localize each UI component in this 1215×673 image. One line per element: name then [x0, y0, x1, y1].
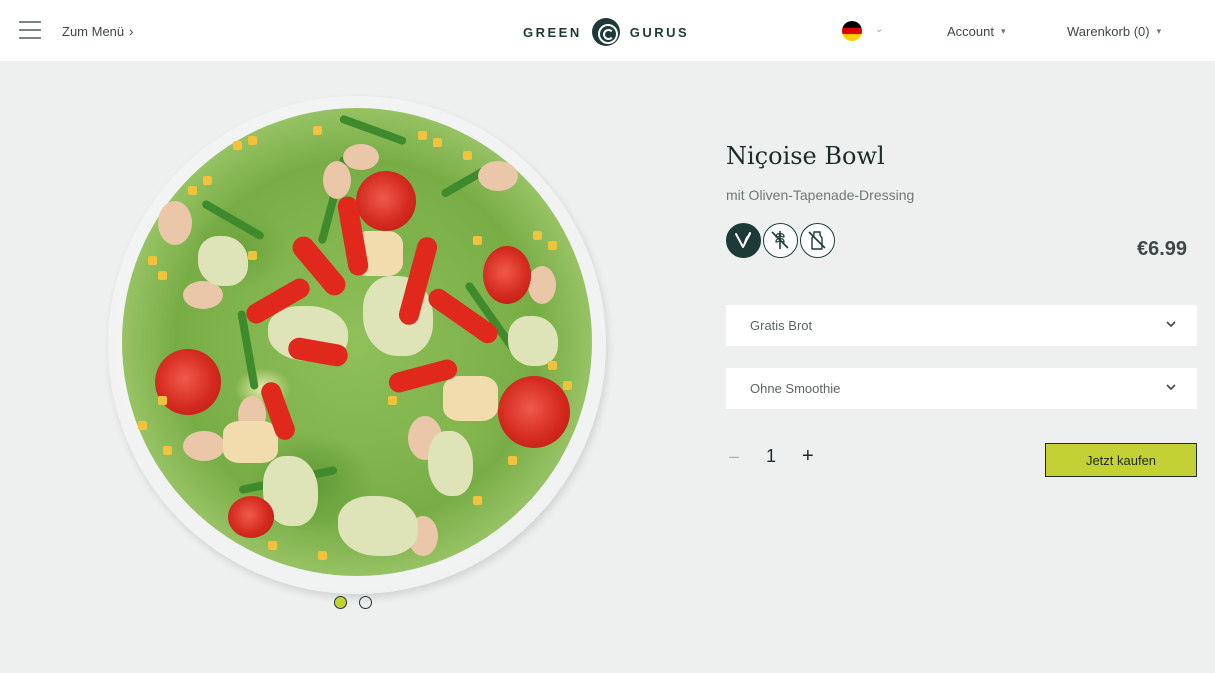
- chevron-down-icon: [1165, 380, 1177, 398]
- product-subtitle: mit Oliven-Tapenade-Dressing: [726, 187, 915, 203]
- carousel-dots: [334, 596, 372, 609]
- logo-text-right: GURUS: [629, 24, 690, 40]
- quantity-value: 1: [766, 446, 777, 466]
- diet-badges: [726, 223, 835, 258]
- vegan-icon: [726, 223, 761, 258]
- bread-option-select[interactable]: Gratis Brot: [726, 305, 1197, 346]
- chevron-down-icon: ▾: [1156, 26, 1162, 36]
- language-chevron-down-icon[interactable]: ⌄: [875, 24, 883, 35]
- site-header: Zum Menü › GREEN GURUS ⌄ Account ▾ Waren…: [0, 0, 1215, 61]
- logo-text-left: GREEN: [523, 24, 582, 40]
- quantity-increase-button[interactable]: +: [802, 445, 814, 468]
- chevron-down-icon: [1165, 317, 1177, 335]
- chevron-down-icon: ▾: [1000, 26, 1006, 36]
- chevron-right-icon: ›: [129, 24, 134, 39]
- product-image: [108, 96, 606, 594]
- carousel-dot-2[interactable]: [359, 596, 372, 609]
- language-flag-icon[interactable]: [842, 21, 862, 41]
- product-title: Niçoise Bowl: [726, 142, 885, 170]
- logo-mark-icon: [591, 18, 620, 46]
- smoothie-option-value: Ohne Smoothie: [750, 381, 841, 396]
- product-price: €6.99: [1137, 238, 1188, 260]
- no-gluten-icon: [763, 223, 798, 258]
- quantity-decrease-button[interactable]: –: [729, 446, 739, 467]
- account-menu[interactable]: Account ▾: [947, 24, 1006, 39]
- plate: [108, 96, 606, 594]
- account-label: Account: [947, 24, 994, 39]
- buy-now-button[interactable]: Jetzt kaufen: [1045, 443, 1197, 477]
- carousel-dot-1[interactable]: [334, 596, 347, 609]
- bread-option-value: Gratis Brot: [750, 318, 813, 333]
- hamburger-menu-icon[interactable]: [19, 21, 41, 41]
- cart-label: Warenkorb (0): [1067, 24, 1150, 39]
- smoothie-option-select[interactable]: Ohne Smoothie: [726, 368, 1197, 409]
- cart-menu[interactable]: Warenkorb (0) ▾: [1067, 24, 1161, 39]
- logo[interactable]: GREEN GURUS: [523, 18, 689, 46]
- menu-link-label: Zum Menü: [62, 24, 125, 39]
- no-lactose-icon: [800, 223, 835, 258]
- menu-link[interactable]: Zum Menü ›: [62, 24, 133, 39]
